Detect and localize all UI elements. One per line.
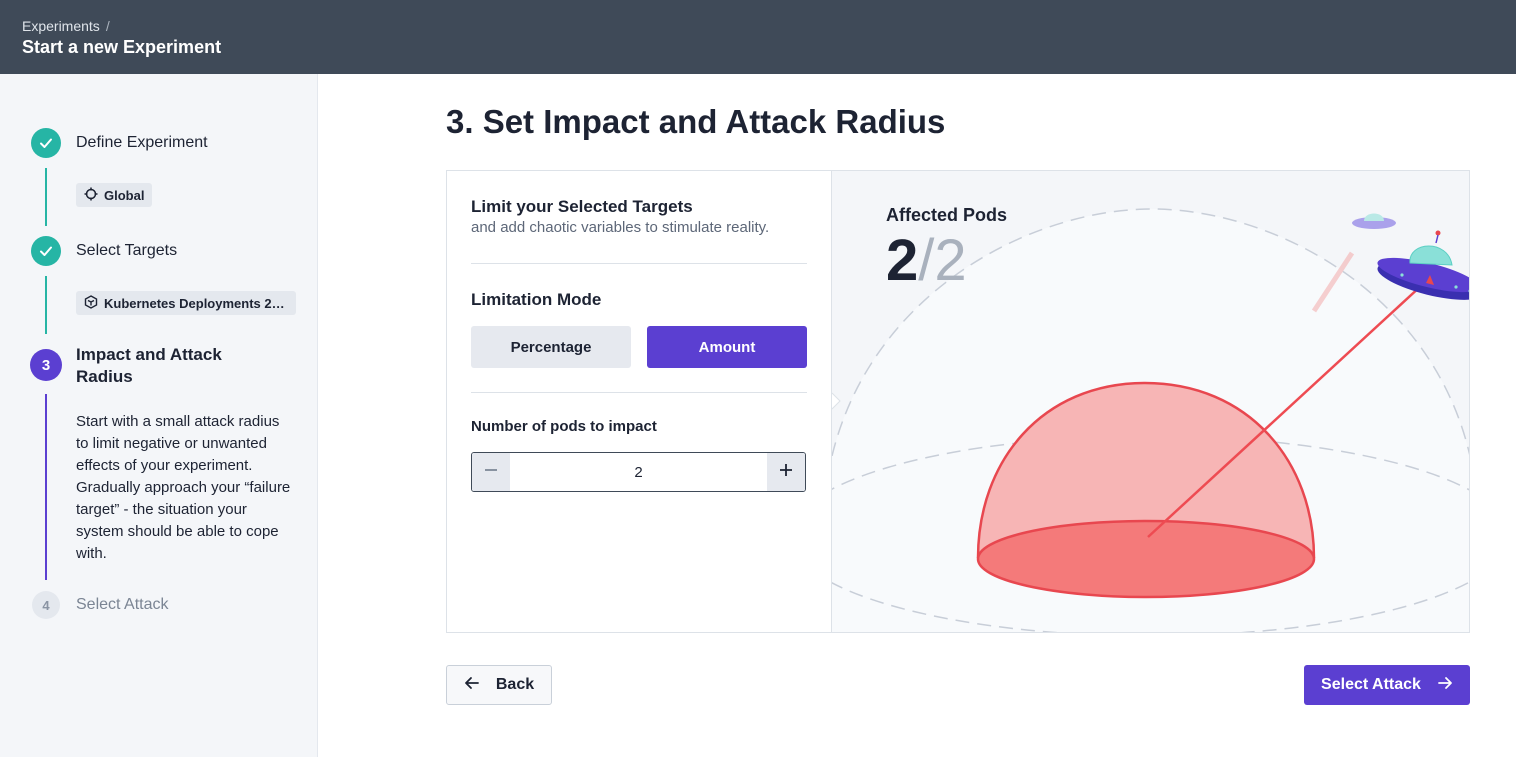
affected-pods-label: Affected Pods [886, 205, 1008, 225]
back-button[interactable]: Back [446, 665, 552, 705]
divider [471, 263, 807, 264]
decrement-button[interactable] [472, 453, 510, 491]
limit-subtitle: and add chaotic variables to stimulate r… [471, 219, 770, 236]
impact-card: Limit your Selected Targets and add chao… [446, 170, 1470, 633]
step-select-targets[interactable]: Select Targets [76, 242, 177, 260]
affected-total: 2 [934, 228, 967, 293]
ufo-icon [1377, 230, 1469, 300]
minus-icon [483, 462, 499, 483]
affected-pods-visual: Affected Pods 2/2 [831, 171, 1469, 632]
arrow-left-icon [464, 675, 480, 696]
next-label: Select Attack [1321, 676, 1421, 693]
affected-separator: / [918, 228, 935, 293]
amount-button[interactable]: Amount [647, 326, 807, 368]
small-ufo-icon [1352, 213, 1396, 229]
stepper-sidebar: Define Experiment Global Select Targets … [0, 74, 318, 757]
step-connector [45, 276, 47, 334]
step-done-check-icon [31, 128, 61, 158]
plus-icon [778, 462, 794, 483]
step-done-check-icon [31, 236, 61, 266]
limitation-mode-label: Limitation Mode [471, 290, 602, 309]
limit-title: Limit your Selected Targets [471, 197, 693, 216]
section-title: 3. Set Impact and Attack Radius [446, 103, 946, 140]
increment-button[interactable] [767, 453, 805, 491]
affected-pods-count: 2/2 [886, 229, 967, 293]
chip-label: Global [104, 187, 145, 203]
crosshair-icon [84, 187, 98, 204]
breadcrumb: Experiments / [22, 18, 110, 34]
divider [471, 392, 807, 393]
affected-count: 2 [886, 228, 919, 293]
step-description: Start with a small attack radius to limi… [76, 413, 291, 562]
targets-chip: Kubernetes Deployments 2… [76, 291, 296, 315]
back-label: Back [495, 676, 535, 693]
step-connector [45, 394, 47, 580]
pods-count-label: Number of pods to impact [471, 418, 657, 435]
breadcrumb-experiments-link[interactable]: Experiments [22, 18, 100, 34]
step-number-badge: 4 [32, 591, 60, 619]
breadcrumb-separator: / [105, 18, 110, 34]
limit-form: Limit your Selected Targets and add chao… [447, 171, 831, 632]
step-select-attack: Select Attack [76, 596, 169, 613]
arrow-right-icon [1437, 675, 1453, 696]
step-connector [45, 168, 47, 226]
hexagon-box-icon [84, 294, 98, 312]
step-impact-radius: Impact and Attack Radius [76, 345, 222, 386]
select-attack-button[interactable]: Select Attack [1304, 665, 1470, 705]
global-chip: Global [76, 183, 153, 207]
pods-count-input[interactable]: 2 [510, 453, 767, 491]
percentage-button[interactable]: Percentage [471, 326, 631, 368]
step-number-badge: 3 [30, 349, 62, 381]
step-define-experiment[interactable]: Define Experiment [76, 134, 208, 152]
page-title: Start a new Experiment [22, 37, 222, 57]
chip-label: Kubernetes Deployments 2… [104, 295, 285, 311]
pods-count-stepper: 2 [471, 452, 806, 492]
top-bar: Experiments / Start a new Experiment [0, 0, 1516, 74]
